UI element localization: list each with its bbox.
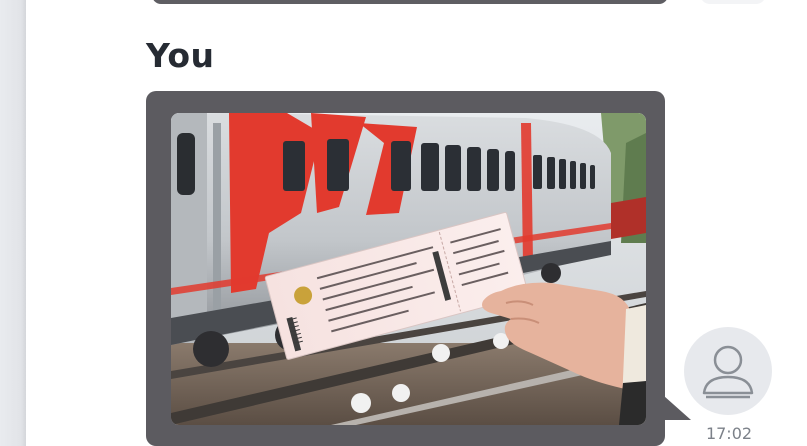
- sender-avatar[interactable]: [684, 327, 772, 415]
- left-panel-edge: [0, 0, 26, 446]
- user-icon: [702, 345, 754, 399]
- message-sender-name: You: [146, 36, 215, 75]
- photo-train-ticket: [171, 113, 646, 425]
- message-timestamp: 17:02: [705, 424, 753, 443]
- previous-avatar: [700, 0, 766, 4]
- message-image[interactable]: [171, 113, 646, 425]
- previous-message-bubble[interactable]: [152, 0, 668, 4]
